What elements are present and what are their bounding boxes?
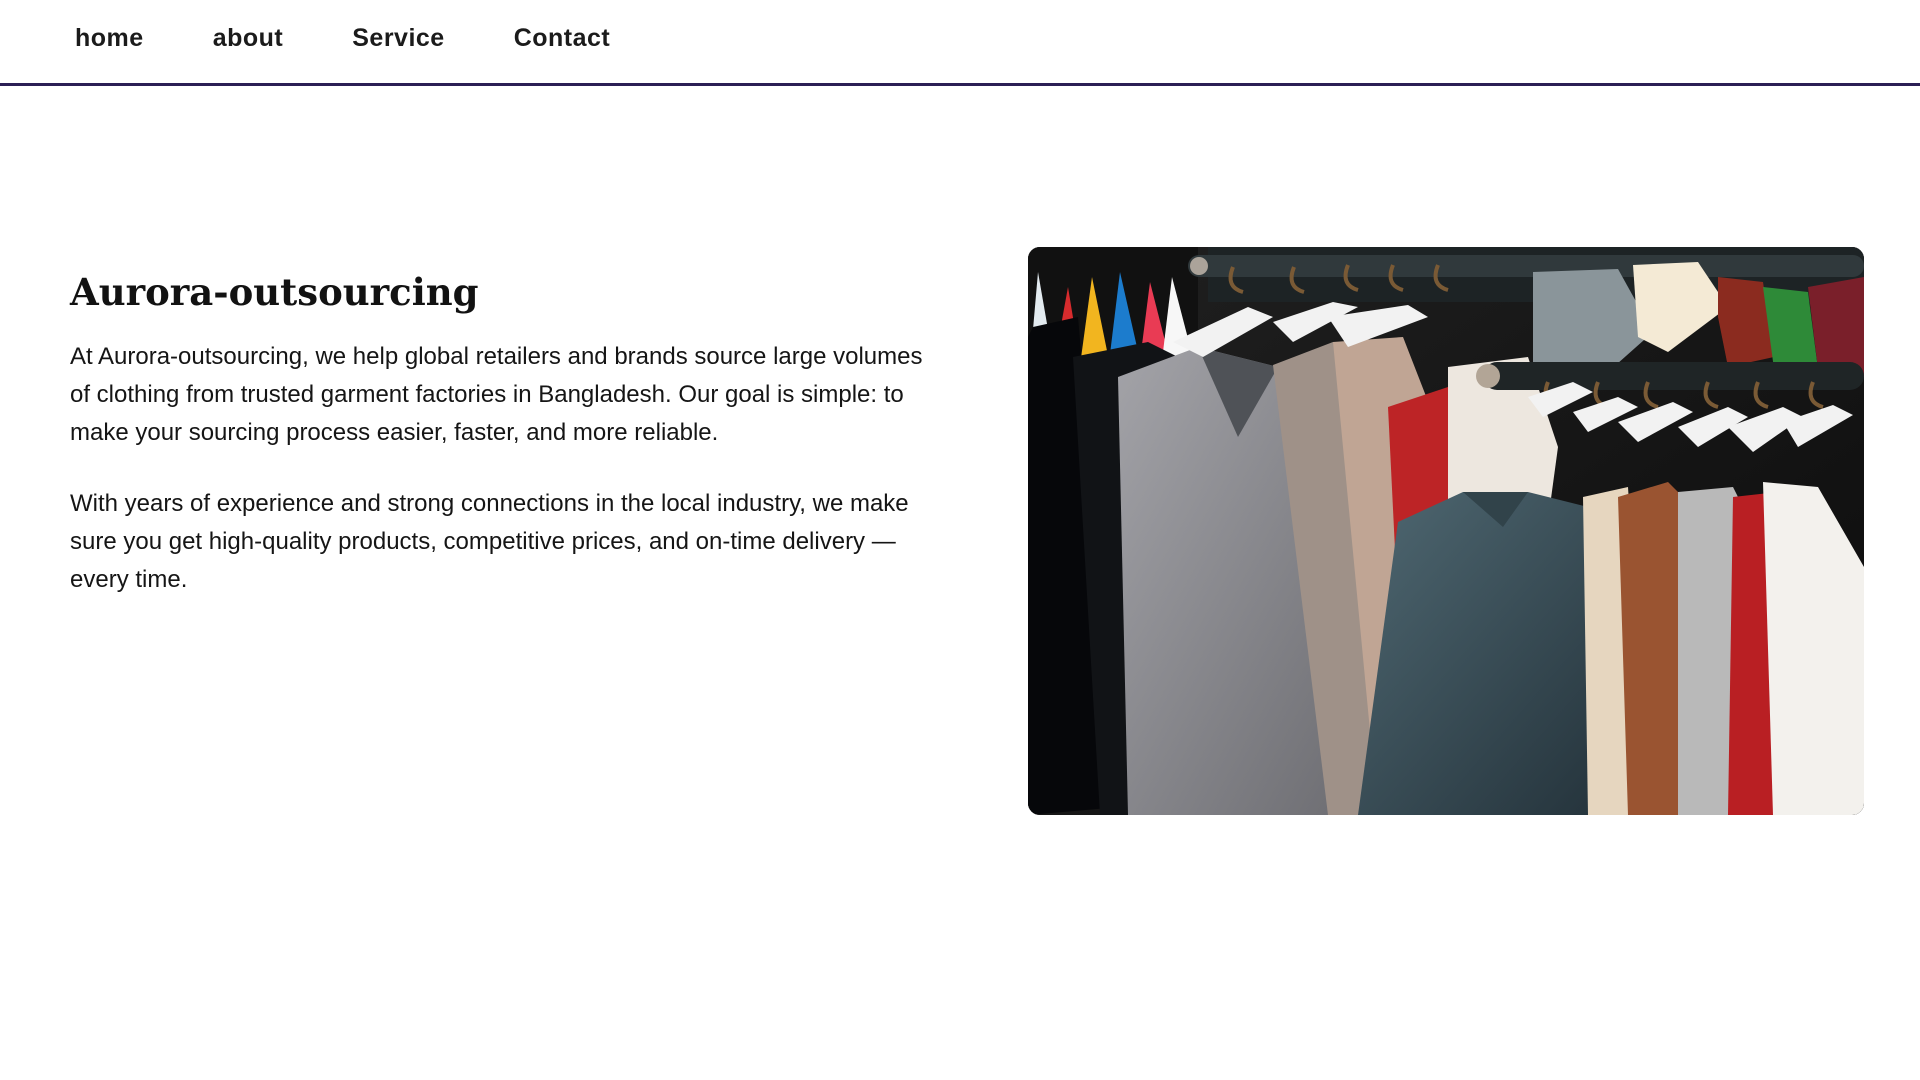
nav-service-link[interactable]: Service (352, 24, 444, 53)
clothing-rack-photo (1028, 247, 1864, 815)
company-title: Aurora-outsourcing (70, 270, 479, 314)
intro-paragraph-2: With years of experience and strong conn… (70, 490, 909, 593)
nav-home-link[interactable]: home (75, 24, 144, 53)
nav-contact-link[interactable]: Contact (514, 24, 611, 53)
intro-section: Aurora-outsourcing At Aurora-outsourcing… (70, 270, 930, 632)
top-navigation: home about Service Contact (0, 0, 1920, 86)
intro-paragraph-1: At Aurora-outsourcing, we help global re… (70, 343, 923, 446)
nav-about-link[interactable]: about (213, 24, 284, 53)
clothing-rack-illustration (1028, 247, 1864, 815)
main-nav: home about Service Contact (75, 24, 610, 53)
